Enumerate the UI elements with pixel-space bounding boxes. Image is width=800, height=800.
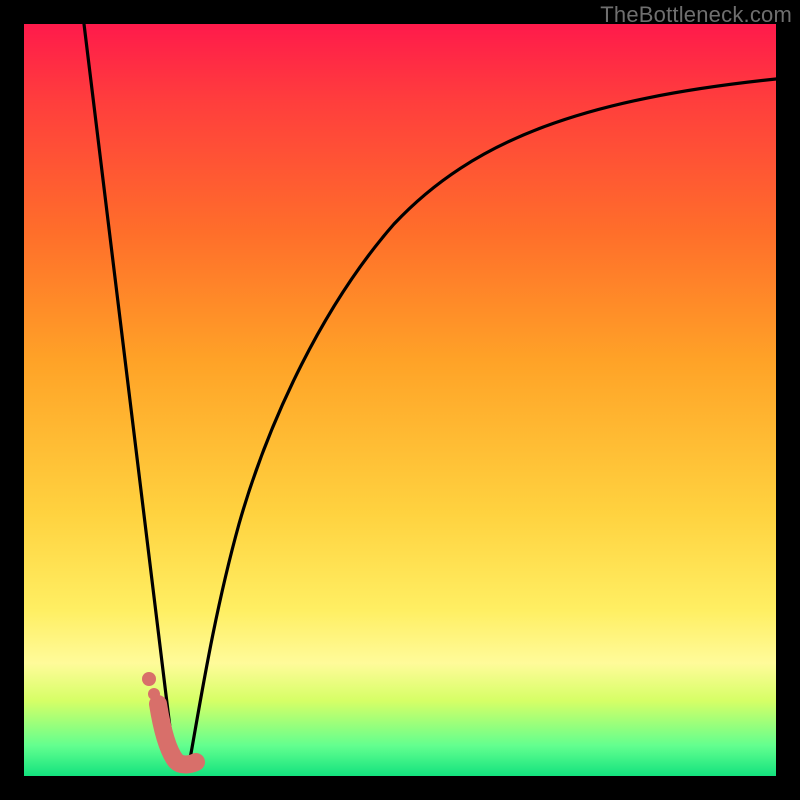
- chart-frame: TheBottleneck.com: [0, 0, 800, 800]
- plot-area: [24, 24, 776, 776]
- watermark: TheBottleneck.com: [600, 2, 792, 28]
